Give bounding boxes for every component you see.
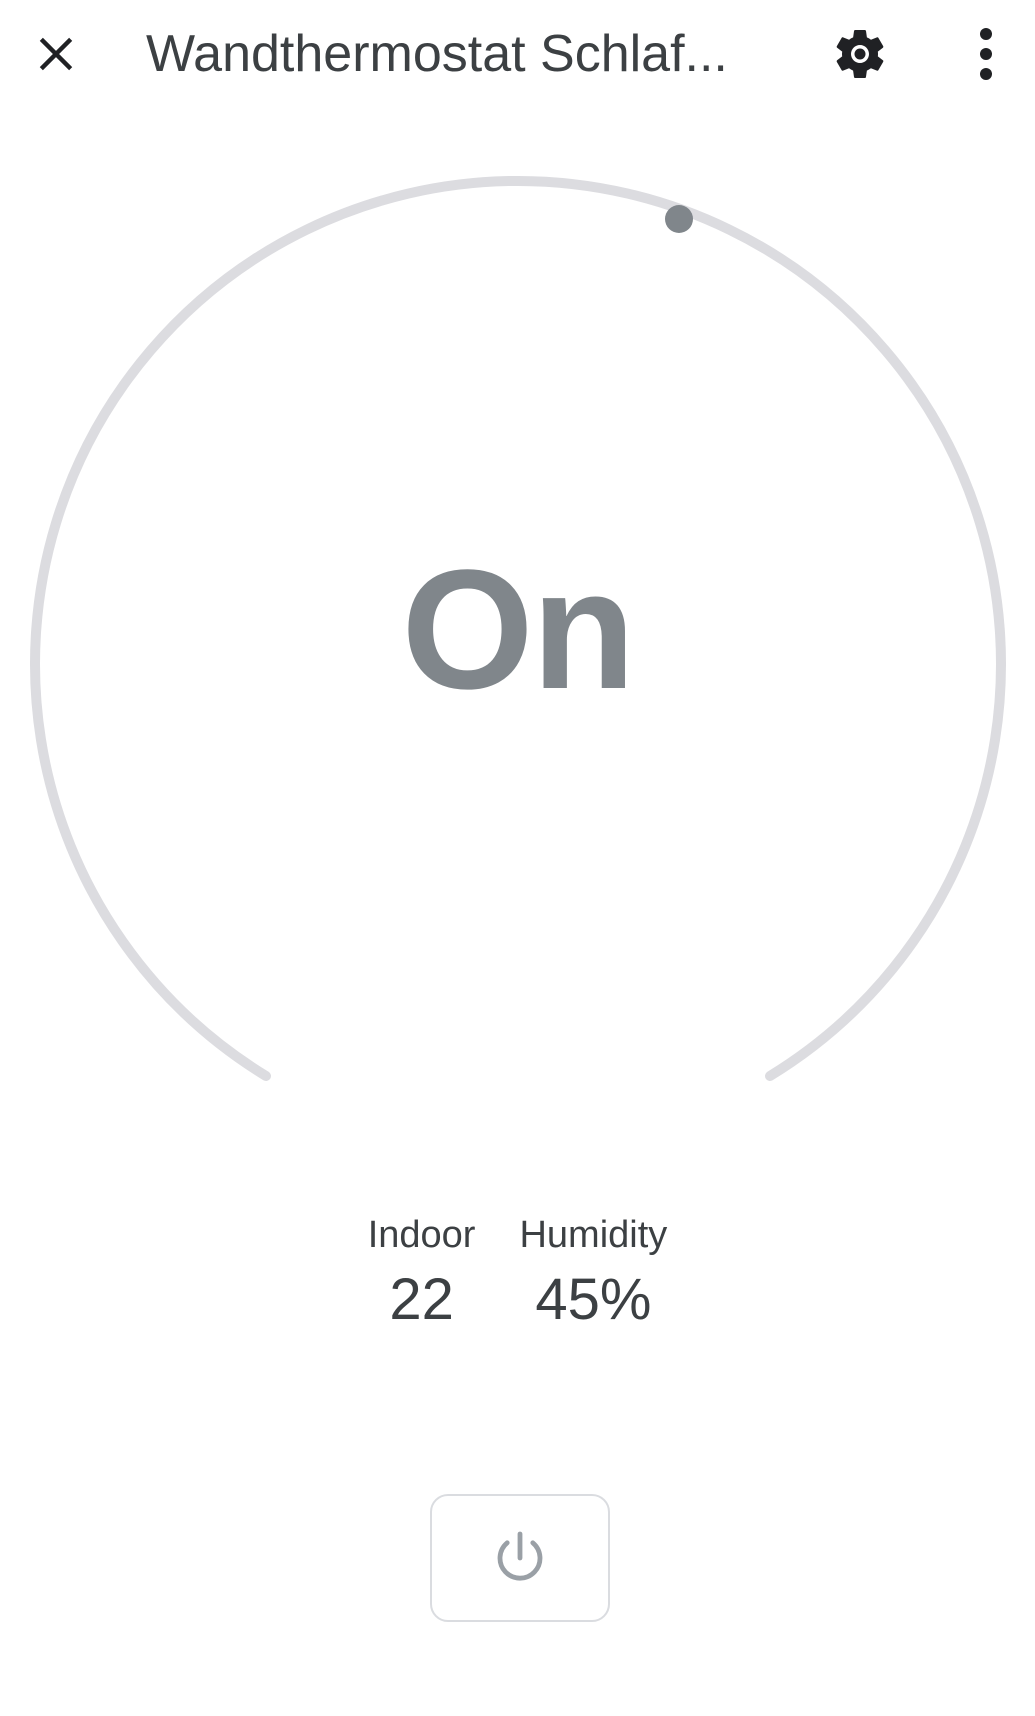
power-icon [497,1531,543,1581]
dial-status-text: On [401,535,635,725]
indoor-label: Indoor [367,1214,476,1256]
humidity-label: Humidity [519,1214,668,1256]
dial-indicator[interactable] [665,205,693,233]
humidity-reading: Humidity 45% [519,1210,667,1340]
power-button[interactable] [430,1494,610,1622]
thermostat-dial[interactable]: On [0,0,1035,1150]
readings-row: Indoor 22 Humidity 45% [0,1210,1035,1340]
indoor-value: 22 [389,1267,454,1332]
humidity-value: 45% [535,1267,652,1332]
indoor-reading: Indoor 22 [368,1210,476,1340]
